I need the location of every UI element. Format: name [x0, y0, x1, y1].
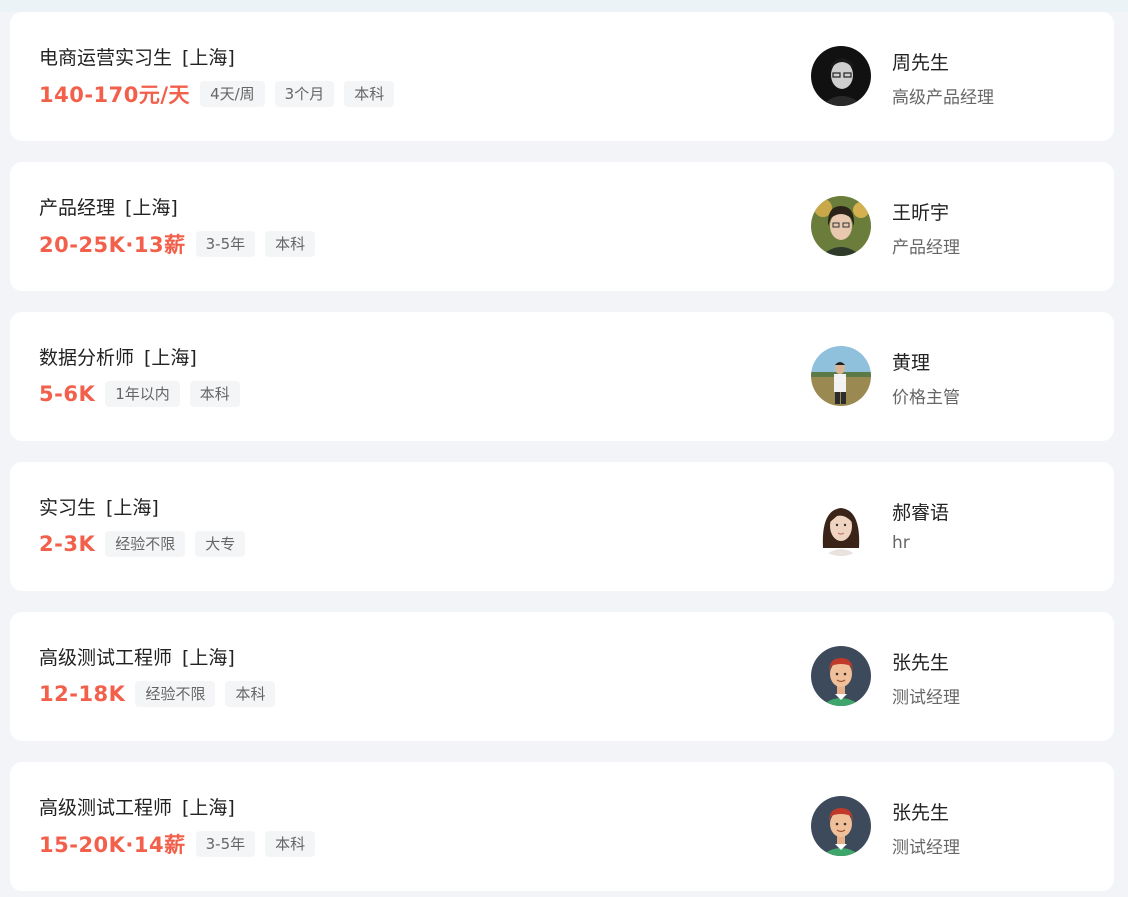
job-meta: 140-170元/天 4天/周 3个月 本科 [39, 80, 395, 108]
job-title[interactable]: 产品经理 [上海] [39, 193, 178, 220]
tag: 1年以内 [105, 381, 180, 407]
tag: 3个月 [274, 81, 335, 107]
job-name[interactable]: 实习生 [39, 497, 96, 519]
job-name[interactable]: 高级测试工程师 [39, 797, 172, 819]
recruiter-title: 测试经理 [892, 838, 960, 858]
salary: 20-25K·13薪 [39, 233, 186, 257]
job-card[interactable]: 实习生 [上海] 2-3K 经验不限 大专 郝睿语 hr [10, 462, 1114, 591]
recruiter-name: 王昕宇 [892, 202, 950, 224]
tag: 本科 [265, 831, 316, 857]
tag: 3-5年 [195, 231, 256, 257]
job-meta: 5-6K 1年以内 本科 [39, 380, 240, 408]
job-city: [上海] [125, 197, 178, 219]
recruiter-avatar[interactable] [811, 796, 871, 856]
salary: 15-20K·14薪 [39, 833, 186, 857]
job-city: [上海] [106, 497, 159, 519]
recruiter-avatar[interactable] [811, 646, 871, 706]
job-title[interactable]: 高级测试工程师 [上海] [39, 643, 235, 670]
job-card[interactable]: 高级测试工程师 [上海] 12-18K 经验不限 本科 张先生 测试经理 [10, 612, 1114, 741]
recruiter-title: 高级产品经理 [892, 88, 994, 108]
job-meta: 20-25K·13薪 3-5年 本科 [39, 230, 316, 258]
salary: 2-3K [39, 532, 96, 556]
tag: 经验不限 [135, 681, 216, 707]
tag: 3-5年 [195, 831, 256, 857]
recruiter-name: 黄理 [892, 352, 931, 374]
job-name[interactable]: 高级测试工程师 [39, 647, 172, 669]
job-city: [上海] [144, 347, 197, 369]
recruiter-avatar[interactable] [811, 496, 871, 556]
job-name[interactable]: 数据分析师 [39, 347, 134, 369]
recruiter-avatar[interactable] [811, 346, 871, 406]
tag: 本科 [225, 681, 276, 707]
job-city: [上海] [182, 647, 235, 669]
recruiter-avatar[interactable] [811, 196, 871, 256]
recruiter-name: 张先生 [892, 652, 950, 674]
recruiter-name: 郝睿语 [892, 502, 950, 524]
job-meta: 12-18K 经验不限 本科 [39, 680, 276, 708]
job-title[interactable]: 实习生 [上海] [39, 493, 159, 520]
recruiter-title: 产品经理 [892, 238, 960, 258]
job-city: [上海] [182, 47, 235, 69]
salary: 12-18K [39, 682, 126, 706]
salary: 5-6K [39, 382, 96, 406]
recruiter-name: 周先生 [892, 52, 950, 74]
job-name[interactable]: 产品经理 [39, 197, 115, 219]
tag: 本科 [189, 381, 240, 407]
job-card[interactable]: 高级测试工程师 [上海] 15-20K·14薪 3-5年 本科 张先生 测试经理 [10, 762, 1114, 891]
recruiter-title: 测试经理 [892, 688, 960, 708]
recruiter-avatar[interactable] [811, 46, 871, 106]
tag: 本科 [344, 81, 395, 107]
tag: 4天/周 [200, 81, 265, 107]
job-city: [上海] [182, 797, 235, 819]
job-title[interactable]: 高级测试工程师 [上海] [39, 793, 235, 820]
recruiter-name: 张先生 [892, 802, 950, 824]
job-title[interactable]: 数据分析师 [上海] [39, 343, 197, 370]
recruiter-title: 价格主管 [892, 388, 960, 408]
job-name[interactable]: 电商运营实习生 [39, 47, 172, 69]
job-meta: 15-20K·14薪 3-5年 本科 [39, 830, 316, 858]
job-card[interactable]: 数据分析师 [上海] 5-6K 1年以内 本科 黄理 价格主管 [10, 312, 1114, 441]
job-meta: 2-3K 经验不限 大专 [39, 530, 246, 558]
job-card[interactable]: 产品经理 [上海] 20-25K·13薪 3-5年 本科 王昕宇 产品经理 [10, 162, 1114, 291]
salary: 140-170元/天 [39, 83, 191, 107]
job-card[interactable]: 电商运营实习生 [上海] 140-170元/天 4天/周 3个月 本科 周先生 高… [10, 12, 1114, 141]
job-title[interactable]: 电商运营实习生 [上海] [39, 43, 235, 70]
tag: 经验不限 [105, 531, 186, 557]
recruiter-title: hr [892, 533, 910, 553]
tag: 本科 [265, 231, 316, 257]
top-strip [0, 0, 1128, 12]
tag: 大专 [195, 531, 246, 557]
